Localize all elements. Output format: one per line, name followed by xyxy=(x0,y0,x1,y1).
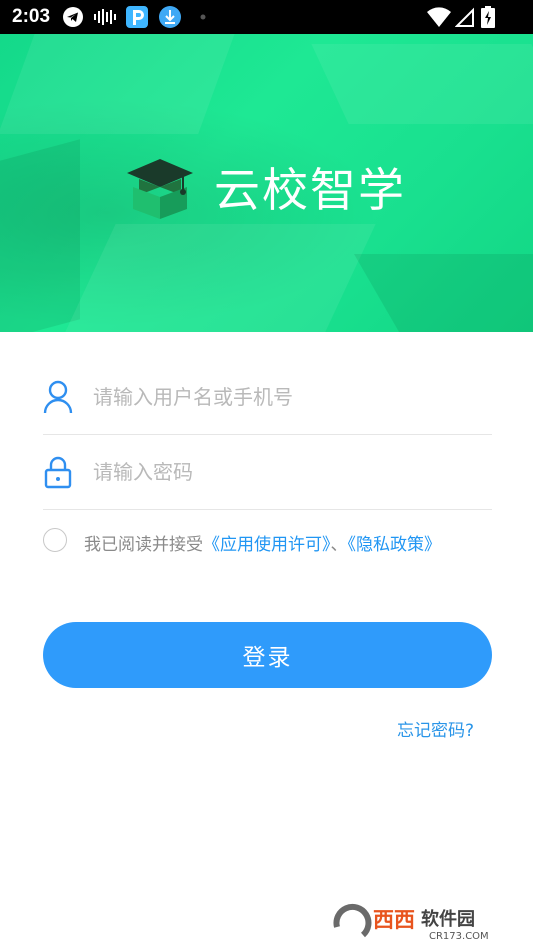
status-bar: 2:03 xyxy=(0,0,533,34)
app-name: 云校智学 xyxy=(214,163,406,217)
signal-icon xyxy=(455,7,474,27)
agreement-separator: 、 xyxy=(330,535,348,555)
username-field xyxy=(43,360,492,435)
agreement-row: 我已阅读并接受《应用使用许可》、《隐私政策》 xyxy=(43,527,503,557)
agreement-checkbox[interactable] xyxy=(43,528,67,552)
graduation-cap-book-icon xyxy=(127,159,193,219)
telegram-icon xyxy=(63,7,83,27)
login-button[interactable]: 登录 xyxy=(43,622,492,688)
agreement-prefix: 我已阅读并接受 xyxy=(84,535,203,555)
forgot-password-link[interactable]: 忘记密码? xyxy=(397,716,474,741)
password-input[interactable] xyxy=(91,453,485,491)
svg-text:西西: 西西 xyxy=(373,908,415,932)
user-icon xyxy=(43,380,73,414)
status-time: 2:03 xyxy=(12,6,51,27)
lock-icon xyxy=(44,456,72,489)
wifi-icon xyxy=(427,7,451,27)
hero-banner: 云校智学 xyxy=(0,34,533,332)
license-link[interactable]: 《应用使用许可》 xyxy=(203,535,331,555)
hero-decoration xyxy=(64,224,376,332)
download-icon xyxy=(159,6,181,28)
dot-icon xyxy=(200,14,206,20)
hero-decoration xyxy=(354,254,533,332)
username-input[interactable] xyxy=(91,378,485,416)
privacy-link[interactable]: 《隐私政策》 xyxy=(348,535,442,555)
parking-app-icon xyxy=(126,6,148,28)
agreement-text: 我已阅读并接受《应用使用许可》、《隐私政策》 xyxy=(84,530,441,555)
hero-decoration xyxy=(0,139,80,332)
svg-text:软件园: 软件园 xyxy=(421,908,475,930)
svg-text:CR173.COM: CR173.COM xyxy=(429,931,489,942)
watermark-logo: 西西 软件园 CR173.COM xyxy=(333,901,515,943)
hero-decoration xyxy=(311,44,533,124)
battery-icon xyxy=(481,6,495,28)
audio-wave-icon xyxy=(94,9,116,25)
hero-decoration xyxy=(0,34,242,134)
password-field xyxy=(43,435,492,510)
